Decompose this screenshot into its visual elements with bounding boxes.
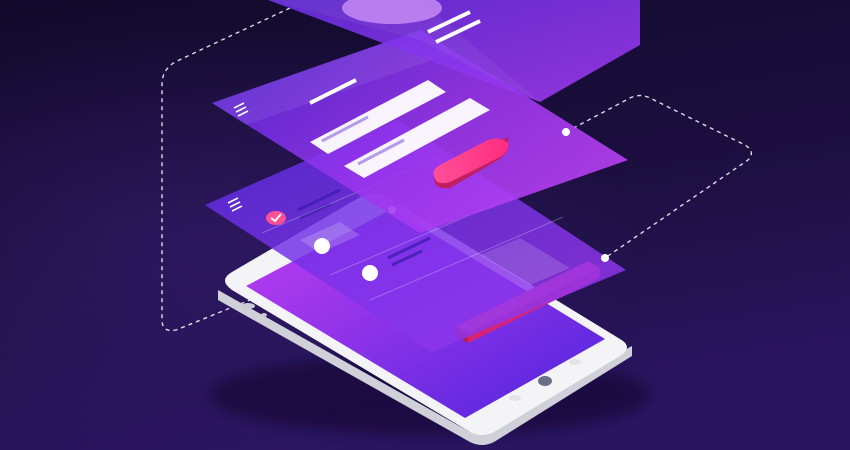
illustration-scene: [0, 0, 850, 450]
back-button-icon: [509, 395, 521, 401]
connector-dot-2: [601, 254, 609, 262]
slider-knob-1: [314, 238, 330, 254]
menu-button-icon: [569, 359, 581, 365]
illustration-svg: [0, 0, 850, 450]
connector-dot-3: [562, 128, 570, 136]
home-button-icon: [538, 376, 552, 386]
check-badge-icon: [266, 211, 286, 225]
phone-camera-icon: [261, 313, 267, 317]
phone-speaker-icon: [241, 303, 255, 309]
slider-knob-2: [362, 265, 378, 281]
